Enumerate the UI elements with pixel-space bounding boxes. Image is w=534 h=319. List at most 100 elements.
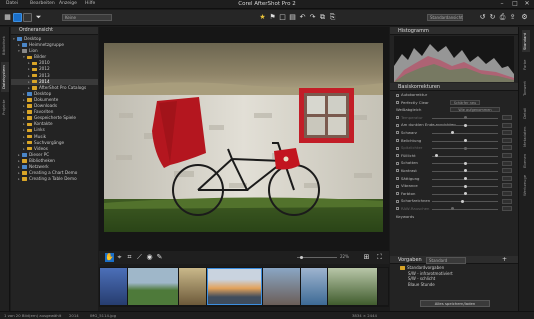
thumbnail-6[interactable]	[301, 268, 327, 305]
adjustment-value-field[interactable]	[502, 198, 512, 204]
straighten-icon[interactable]: ⟋	[135, 253, 144, 262]
add-preset-icon[interactable]: +	[502, 256, 507, 264]
close-button[interactable]: ✕	[521, 0, 533, 8]
slider-knob[interactable]	[464, 169, 467, 173]
star-icon[interactable]: ★	[258, 13, 267, 22]
menu-hilfe[interactable]: Hilfe	[85, 1, 95, 6]
export-icon[interactable]: ⇪	[508, 13, 517, 22]
preset-item[interactable]: Blaue Stunde	[400, 282, 518, 288]
histogram-header[interactable]: Histogramm	[390, 27, 518, 35]
adjustment-value-field[interactable]	[502, 145, 512, 151]
adjustment-value-field[interactable]	[502, 206, 512, 212]
brush-icon[interactable]: ✎	[155, 253, 164, 262]
presets-title[interactable]: Vorgaben	[398, 257, 422, 263]
main-photo[interactable]	[104, 43, 383, 232]
tab-projekte[interactable]: Projekte	[1, 96, 9, 118]
fullscreen-icon[interactable]: ⛶	[375, 253, 384, 262]
view-mode-select[interactable]: Standardansicht	[427, 14, 463, 21]
menu-datei[interactable]: Datei	[6, 1, 18, 6]
copy-icon[interactable]: ⧉	[318, 13, 327, 22]
adjustment-checkbox[interactable]	[396, 192, 399, 196]
slider-knob[interactable]	[451, 207, 455, 211]
adjustment-checkbox[interactable]	[396, 207, 399, 211]
perfectly-clear-row[interactable]: Perfectly Clear Schärfer neu	[390, 99, 518, 107]
adjustment-checkbox[interactable]	[396, 199, 399, 203]
adjustment-checkbox[interactable]	[396, 131, 399, 135]
right-tab[interactable]: Ebenen	[522, 150, 530, 172]
slider-knob[interactable]	[435, 154, 439, 158]
thumbnail-4-selected[interactable]	[207, 268, 262, 305]
menu-bearbeiten[interactable]: Bearbeiten	[30, 1, 55, 6]
adjustment-checkbox[interactable]	[396, 154, 399, 158]
hand-tool-icon[interactable]: ✋	[105, 253, 114, 262]
adjustment-slider[interactable]	[432, 201, 498, 203]
adjustment-value-field[interactable]	[502, 168, 512, 174]
grid-view-icon[interactable]: ▦	[3, 13, 12, 22]
rotate-left-icon[interactable]: ↶	[298, 13, 307, 22]
filter-icon[interactable]: ⏷	[34, 13, 43, 22]
adjustment-checkbox[interactable]	[396, 139, 399, 143]
square-icon[interactable]: □	[278, 13, 287, 22]
right-tab[interactable]: Metadaten	[522, 126, 530, 148]
thumbnail-5[interactable]	[263, 268, 300, 305]
save-presets-button[interactable]: Alles speichern/laden	[420, 300, 490, 307]
auto-correct-row[interactable]: Autokorrektur	[390, 91, 518, 99]
adjustment-checkbox[interactable]	[396, 169, 399, 173]
adjustment-checkbox[interactable]	[396, 177, 399, 181]
auto-correct-checkbox[interactable]	[396, 93, 399, 97]
zoom-slider[interactable]	[297, 257, 337, 258]
slider-knob[interactable]	[464, 139, 467, 143]
slider-knob[interactable]	[460, 199, 464, 203]
thumbnail-2[interactable]	[128, 268, 178, 305]
adjustment-slider[interactable]	[432, 208, 498, 210]
eyedropper-icon[interactable]: ⌖	[115, 253, 124, 262]
adjustment-value-field[interactable]	[502, 160, 512, 166]
adjustment-value-field[interactable]	[502, 137, 512, 143]
slider-knob[interactable]	[451, 131, 455, 135]
slider-knob[interactable]	[464, 177, 467, 181]
rotate-right-icon[interactable]: ↷	[308, 13, 317, 22]
adjustment-value-field[interactable]	[502, 122, 512, 128]
adjustment-value-field[interactable]	[502, 115, 512, 121]
presets-filter-select[interactable]: Standard	[426, 256, 466, 264]
tree-item[interactable]: ▸ Creating a Table Demo	[11, 176, 98, 182]
slider-knob[interactable]	[464, 146, 467, 150]
right-tab[interactable]: Detail	[522, 102, 530, 124]
white-balance-select[interactable]: Wie aufgenommen	[450, 107, 500, 113]
slider-knob[interactable]	[464, 192, 467, 196]
thumbnail-1[interactable]	[100, 268, 127, 305]
slider-knob[interactable]	[464, 161, 467, 165]
redeye-icon[interactable]: ◉	[145, 253, 154, 262]
compare-icon[interactable]: ▤	[288, 13, 297, 22]
right-tab[interactable]: Werkzeuge	[522, 174, 530, 196]
thumbnail-7[interactable]	[328, 268, 377, 305]
basic-corrections-header[interactable]: Basiskorrekturen	[390, 83, 518, 91]
right-tab[interactable]: Tonwert	[522, 78, 530, 100]
undo-icon[interactable]: ↺	[478, 13, 487, 22]
adjustment-checkbox[interactable]	[396, 146, 399, 150]
redo-icon[interactable]: ↻	[488, 13, 497, 22]
zoom-slider-knob[interactable]	[300, 256, 303, 259]
perfectly-clear-checkbox[interactable]	[396, 101, 399, 105]
flag-icon[interactable]: ⚑	[268, 13, 277, 22]
adjustment-checkbox[interactable]	[396, 116, 399, 120]
right-tab[interactable]: Standard	[522, 30, 530, 52]
settings-icon[interactable]: ⚙	[520, 13, 529, 22]
adjustment-checkbox[interactable]	[396, 123, 399, 127]
rating-filter-select[interactable]: Keine	[62, 14, 112, 21]
split-view-icon[interactable]	[23, 13, 32, 22]
single-view-icon[interactable]	[13, 13, 22, 22]
adjustment-value-field[interactable]	[502, 175, 512, 181]
filmstrip-scrollbar[interactable]	[378, 268, 388, 305]
maximize-button[interactable]: □	[509, 0, 521, 8]
slider-knob[interactable]	[464, 184, 467, 188]
adjustment-slider[interactable]	[432, 132, 498, 134]
crop-icon[interactable]: ⌗	[125, 253, 134, 262]
right-tab[interactable]: Farbe	[522, 54, 530, 76]
adjustment-slider[interactable]	[432, 155, 498, 157]
slider-knob[interactable]	[464, 123, 467, 127]
adjustment-value-field[interactable]	[502, 191, 512, 197]
adjustment-value-field[interactable]	[502, 130, 512, 136]
adjustment-checkbox[interactable]	[396, 161, 399, 165]
adjustment-checkbox[interactable]	[396, 184, 399, 188]
